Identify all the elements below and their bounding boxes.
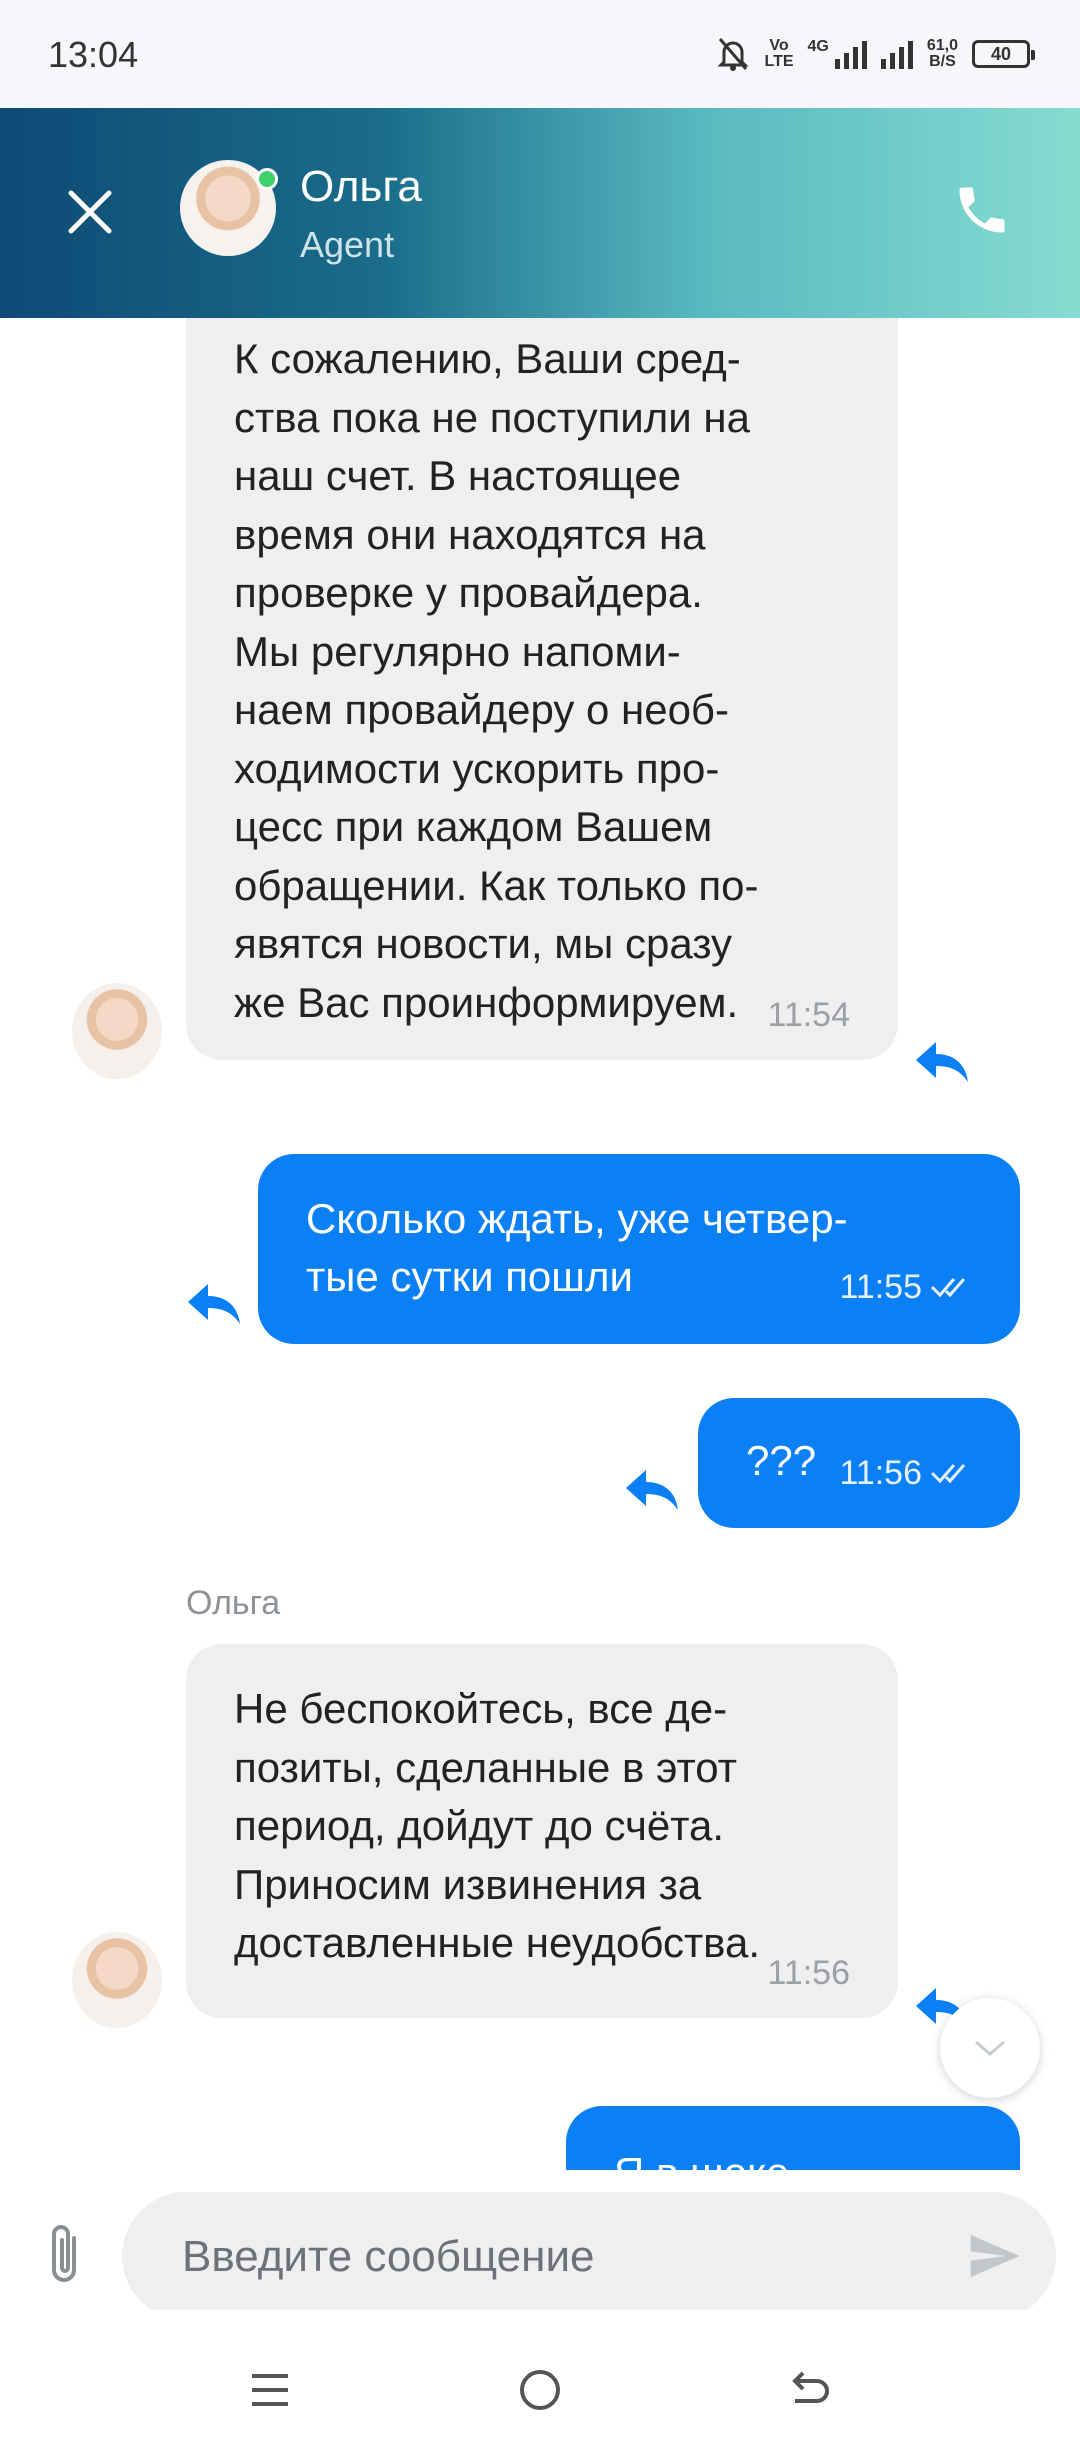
message-input[interactable]: Введите сообщение bbox=[122, 2192, 1056, 2320]
call-button[interactable] bbox=[952, 180, 1012, 240]
incoming-message[interactable]: Не беспокойтесь, все де- позиты, сделанн… bbox=[186, 1644, 898, 2018]
back-icon bbox=[792, 2371, 829, 2403]
close-icon bbox=[68, 190, 112, 234]
attach-button[interactable] bbox=[40, 2220, 90, 2290]
agent-avatar-small bbox=[72, 983, 162, 1079]
signal-icon: 4G bbox=[808, 39, 867, 69]
online-status-dot bbox=[256, 168, 278, 190]
reply-icon[interactable] bbox=[912, 1036, 972, 1086]
battery-icon: 40 bbox=[972, 40, 1035, 68]
close-button[interactable] bbox=[60, 182, 120, 242]
paperclip-icon bbox=[52, 2225, 76, 2282]
back-nav-button[interactable] bbox=[780, 2360, 840, 2420]
network-speed: 61,0 B/S bbox=[926, 37, 958, 70]
send-icon[interactable] bbox=[966, 2228, 1022, 2284]
message-meta: 11:55 bbox=[839, 1258, 972, 1316]
message-time: 11:54 bbox=[767, 995, 850, 1034]
agent-avatar-small bbox=[72, 1932, 162, 2028]
chevron-down-icon bbox=[975, 2040, 1005, 2056]
message-time: 11:55 bbox=[839, 1268, 922, 1306]
menu-nav-button[interactable] bbox=[240, 2360, 300, 2420]
message-list[interactable]: К сожалению, Ваши сред- ства пока не пос… bbox=[0, 318, 1080, 2170]
outgoing-message[interactable]: Сколько ждать, уже четвер- тые сутки пош… bbox=[258, 1154, 1020, 1344]
agent-name: Ольга bbox=[300, 162, 422, 211]
status-bar: 13:04 Vo LTE 4G 61,0 B/S 40 bbox=[0, 0, 1080, 108]
message-text: Не беспокойтесь, все де- позиты, сделанн… bbox=[234, 1685, 761, 1966]
message-input-placeholder: Введите сообщение bbox=[182, 2232, 595, 2281]
system-nav-bar bbox=[0, 2310, 1080, 2460]
double-check-icon bbox=[930, 1278, 966, 1298]
message-meta: 11:56 bbox=[839, 1444, 972, 1502]
message-time: 11:56 bbox=[767, 1953, 850, 1992]
incoming-message[interactable]: К сожалению, Ваши сред- ства пока не пос… bbox=[186, 318, 898, 1060]
status-time: 13:04 bbox=[48, 34, 139, 75]
menu-icon bbox=[252, 2374, 288, 2406]
reply-icon[interactable] bbox=[622, 1464, 682, 1514]
sender-name: Ольга bbox=[186, 1584, 281, 1622]
phone-icon bbox=[959, 187, 1005, 233]
message-text: Я в шоке bbox=[614, 2136, 1020, 2170]
chat-header: Ольга Agent bbox=[0, 108, 1080, 318]
outgoing-message[interactable]: Я в шоке bbox=[566, 2106, 1020, 2170]
status-icons: Vo LTE 4G 61,0 B/S 40 bbox=[716, 32, 1035, 76]
reply-icon[interactable] bbox=[184, 1278, 244, 1328]
message-time: 11:56 bbox=[839, 1454, 922, 1492]
volte-indicator: Vo LTE bbox=[764, 37, 794, 70]
home-nav-button[interactable] bbox=[510, 2360, 570, 2420]
outgoing-message[interactable]: ??? 11:56 bbox=[698, 1398, 1020, 1528]
signal-icon-2 bbox=[880, 39, 913, 69]
double-check-icon bbox=[930, 1464, 966, 1484]
agent-role: Agent bbox=[300, 224, 395, 265]
scroll-down-button[interactable] bbox=[940, 1998, 1040, 2098]
bell-muted-icon bbox=[717, 38, 750, 71]
message-composer: Введите сообщение bbox=[0, 2170, 1080, 2320]
message-text: К сожалению, Ваши сред- ства пока не пос… bbox=[234, 335, 759, 1026]
home-circle-icon bbox=[520, 2370, 560, 2410]
